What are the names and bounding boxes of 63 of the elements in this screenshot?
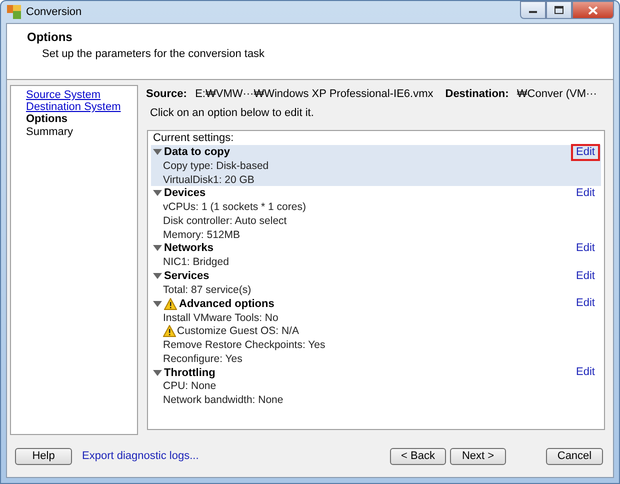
setting-value: Remove Restore Checkpoints: Yes (163, 339, 326, 352)
collapse-arrow-icon[interactable] (153, 245, 162, 252)
setting-value: VirtualDisk1: 20 GB (163, 174, 254, 186)
edit-link[interactable]: Edit (571, 268, 600, 285)
section-title: Data to copy (164, 146, 230, 158)
warning-icon (163, 325, 176, 338)
page-subtitle: Set up the parameters for the conversion task (41, 47, 266, 60)
instruction-text: Click on an option below to edit it. (149, 106, 315, 121)
warning-icon (164, 298, 177, 310)
section-title: Advanced options (179, 298, 274, 310)
step-item: Summary (26, 126, 74, 138)
step-link[interactable]: Destination System (26, 101, 121, 113)
setting-value: Disk controller: Auto select (163, 214, 287, 227)
current-step: Options (26, 113, 68, 126)
next-button[interactable]: Next > (450, 448, 506, 464)
setting-value: Customize Guest OS: N/A (177, 325, 299, 338)
settings-section[interactable]: Networks Edit NIC1: Bridged (151, 241, 601, 270)
page-title: Options (27, 30, 74, 44)
edit-link[interactable]: Edit (571, 184, 600, 202)
collapse-arrow-icon[interactable] (153, 273, 162, 280)
maximize-icon (554, 6, 564, 14)
close-icon (588, 6, 598, 14)
edit-link[interactable]: Edit (571, 364, 600, 382)
destination-path: ₩Conver (VM··· (516, 88, 597, 100)
export-logs-link[interactable]: Export diagnostic logs... (82, 450, 199, 462)
minimize-button[interactable] (520, 1, 546, 19)
setting-value: vCPUs: 1 (1 sockets * 1 cores) (163, 201, 306, 214)
source-label: Source: (146, 88, 187, 100)
step-link[interactable]: Source System (26, 89, 101, 101)
section-title: Networks (164, 242, 214, 254)
edit-link[interactable]: Edit (571, 240, 600, 257)
settings-section[interactable]: Advanced options Edit Install VMware Tools: No Customize Guest OS: N/A Remove Restore Checkpoints: Yes Reconfigure: Yes (151, 296, 601, 366)
section-title: Throttling (164, 366, 216, 379)
settings-section[interactable]: Devices Edit vCPUs: 1 (1 sockets * 1 cores) Disk controller: Auto select Memory: 512MB (151, 186, 601, 242)
setting-value: Install VMware Tools: No (163, 312, 278, 324)
setting-value: CPU: None (163, 380, 216, 392)
section-title: Devices (164, 187, 206, 200)
back-button[interactable]: < Back (390, 448, 446, 464)
app-icon (7, 5, 21, 19)
edit-link[interactable]: Edit (571, 295, 600, 312)
collapse-arrow-icon[interactable] (153, 300, 162, 307)
settings-caption: Current settings: (152, 132, 235, 145)
setting-value: NIC1: Bridged (163, 256, 229, 268)
edit-link[interactable]: Edit (571, 144, 600, 160)
setting-value: Total: 87 service(s) (163, 284, 252, 296)
collapse-arrow-icon[interactable] (153, 190, 162, 196)
settings-section[interactable]: Services Edit Total: 87 service(s) (151, 269, 601, 297)
window-title: Conversion (26, 6, 82, 18)
source-path: E:₩VMW···₩Windows XP Professional-IE6.vmx (195, 88, 434, 100)
collapse-arrow-icon[interactable] (153, 370, 162, 376)
cancel-button[interactable]: Cancel (546, 448, 603, 464)
destination-label: Destination: (445, 88, 509, 100)
settings-section[interactable]: Data to copy Edit Copy type: Disk-based VirtualDisk1: 20 GB (151, 145, 601, 186)
settings-section[interactable]: Throttling Edit CPU: None Network bandwidth: None (151, 366, 601, 407)
setting-value: Network bandwidth: None (163, 394, 284, 406)
section-title: Services (164, 270, 210, 282)
setting-value: Copy type: Disk-based (163, 160, 269, 172)
maximize-button[interactable] (546, 1, 572, 19)
collapse-arrow-icon[interactable] (153, 149, 162, 155)
setting-value: Memory: 512MB (163, 228, 240, 241)
close-button[interactable] (572, 1, 614, 19)
help-button[interactable]: Help (15, 448, 72, 464)
setting-value: Reconfigure: Yes (163, 352, 242, 365)
